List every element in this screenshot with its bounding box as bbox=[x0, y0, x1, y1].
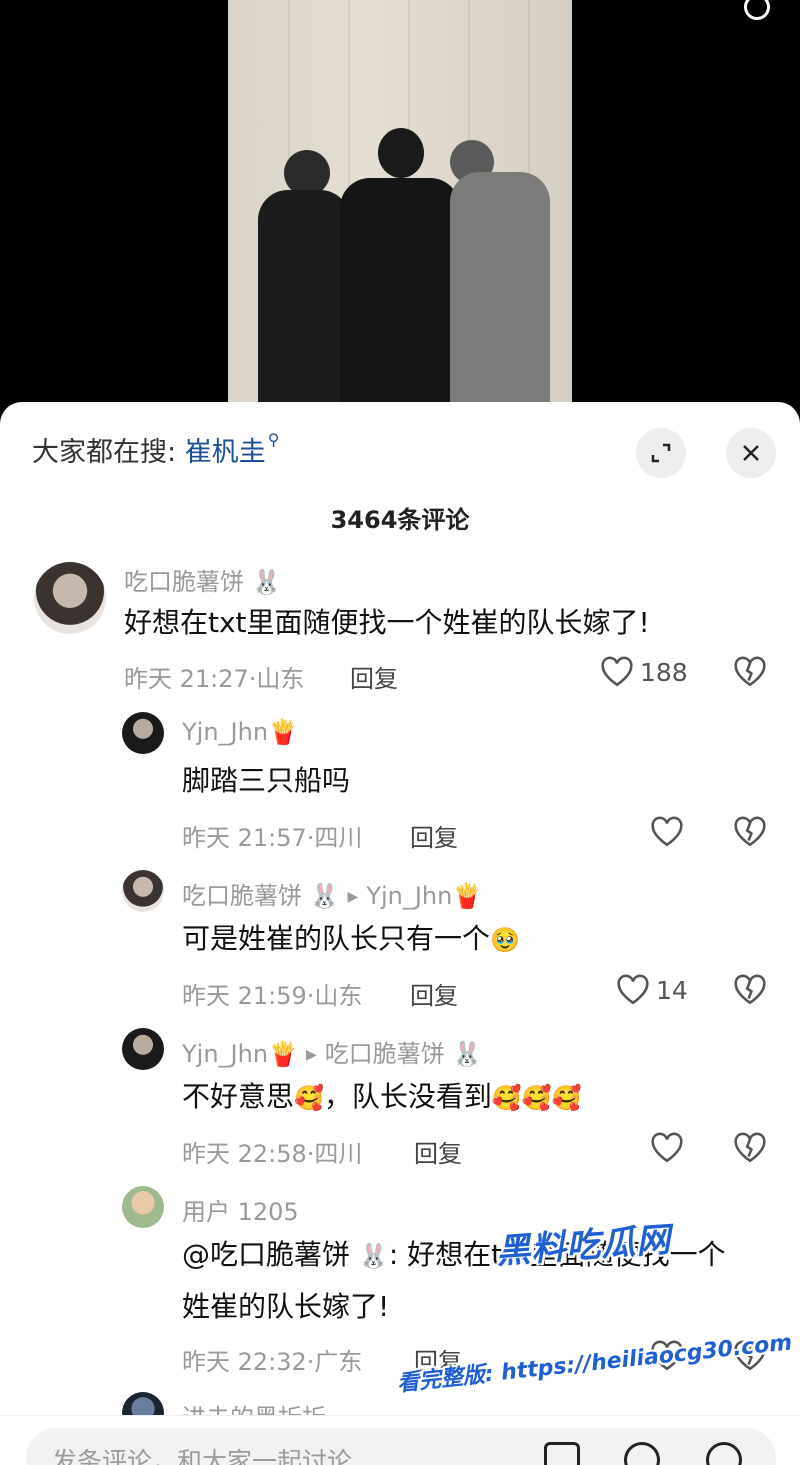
broken-heart-icon[interactable] bbox=[733, 1132, 767, 1164]
heart-icon bbox=[651, 1132, 683, 1163]
hot-search-keyword[interactable]: 崔杋圭 bbox=[185, 437, 266, 468]
like-button[interactable] bbox=[650, 1132, 684, 1164]
image-icon[interactable] bbox=[544, 1442, 580, 1465]
close-button[interactable] bbox=[726, 428, 776, 478]
comments-count: 3464条评论 bbox=[330, 506, 470, 534]
avatar[interactable] bbox=[122, 1028, 164, 1070]
comment-input-bar: 发条评论，和大家一起讨论 bbox=[0, 1415, 800, 1465]
comment-time-location: 昨天 21:57·四川 bbox=[182, 824, 363, 852]
video-frame bbox=[228, 0, 572, 420]
heart-icon bbox=[651, 816, 683, 847]
expand-icon bbox=[651, 443, 671, 463]
broken-heart-icon[interactable] bbox=[733, 974, 767, 1006]
broken-heart-icon[interactable] bbox=[733, 656, 767, 688]
reply-button[interactable]: 回复 bbox=[410, 976, 458, 1011]
avatar[interactable] bbox=[122, 712, 164, 754]
heart-icon bbox=[617, 974, 649, 1005]
comment-time-location: 昨天 21:59·山东 bbox=[182, 982, 363, 1010]
comment-input-placeholder: 发条评论，和大家一起讨论 bbox=[52, 1447, 353, 1465]
broken-heart-icon[interactable] bbox=[733, 816, 767, 848]
search-icon[interactable] bbox=[744, 0, 770, 20]
search-icon: ⚲ bbox=[267, 430, 280, 449]
reply-button[interactable]: 回复 bbox=[350, 659, 398, 694]
like-count: 14 bbox=[656, 975, 688, 1005]
avatar[interactable] bbox=[122, 870, 164, 912]
comment-text: 好想在txt里面随便找一个姓崔的队长嫁了! bbox=[124, 606, 650, 639]
comment-username[interactable]: Yjn_Jhn🍟 bbox=[182, 718, 298, 746]
comment-username[interactable]: Yjn_Jhn🍟 ▶ 吃口脆薯饼 🐰 bbox=[182, 1034, 482, 1069]
expand-button[interactable] bbox=[636, 428, 686, 478]
comment-text: 不好意思🥰，队长没看到🥰🥰🥰 bbox=[182, 1080, 582, 1113]
like-button[interactable]: 14 bbox=[616, 974, 688, 1006]
close-icon bbox=[743, 445, 759, 461]
emoji-icon[interactable] bbox=[706, 1442, 742, 1465]
hot-search[interactable]: 大家都在搜: 崔杋圭 ⚲ bbox=[32, 430, 279, 469]
hot-search-prefix: 大家都在搜: bbox=[32, 437, 177, 468]
like-button[interactable] bbox=[650, 816, 684, 848]
video-player[interactable] bbox=[0, 0, 800, 420]
like-button[interactable]: 188 bbox=[600, 656, 688, 688]
like-count: 188 bbox=[640, 657, 688, 687]
comment-text-line2: 姓崔的队长嫁了! bbox=[182, 1290, 390, 1323]
comment-username[interactable]: 吃口脆薯饼 🐰 bbox=[124, 562, 282, 597]
avatar[interactable] bbox=[122, 1186, 164, 1228]
comment-input[interactable]: 发条评论，和大家一起讨论 bbox=[26, 1428, 776, 1465]
reply-button[interactable]: 回复 bbox=[414, 1134, 462, 1169]
heart-icon bbox=[601, 656, 633, 687]
comment-username[interactable]: 吃口脆薯饼 🐰 ▶ Yjn_Jhn🍟 bbox=[182, 876, 482, 911]
comment-time-location: 昨天 22:58·四川 bbox=[182, 1140, 363, 1168]
comment-text: 可是姓崔的队长只有一个🥹 bbox=[182, 922, 520, 955]
comment-text: 脚踏三只船吗 bbox=[182, 764, 351, 797]
at-icon[interactable] bbox=[624, 1442, 660, 1465]
comment-sheet: 大家都在搜: 崔杋圭 ⚲ 3464条评论 吃口脆薯饼 🐰 好想在txt里面随便找一… bbox=[0, 402, 800, 1465]
comment-username[interactable]: 用户 1205 bbox=[182, 1192, 299, 1227]
reply-button[interactable]: 回复 bbox=[410, 818, 458, 853]
comment-time-location: 昨天 22:32·广东 bbox=[182, 1348, 363, 1376]
comment-time-location: 昨天 21:27·山东 bbox=[124, 665, 305, 693]
avatar[interactable] bbox=[34, 562, 106, 634]
